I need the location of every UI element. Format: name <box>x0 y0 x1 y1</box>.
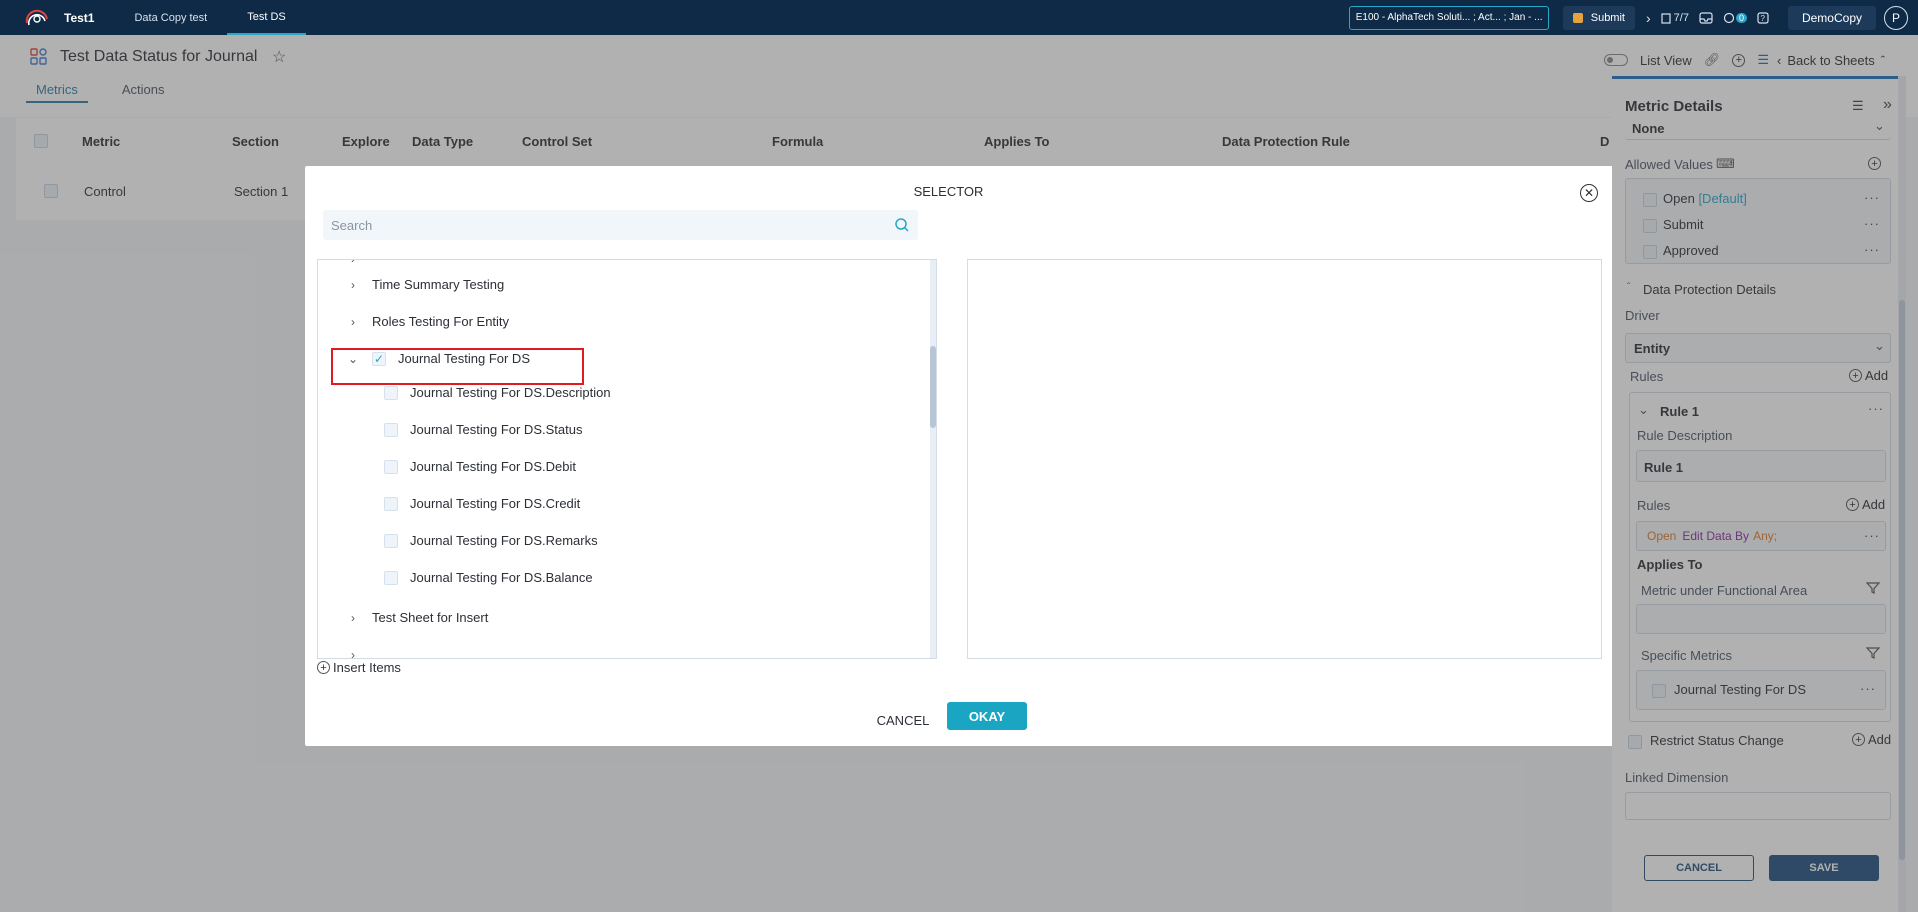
chevron-right-icon[interactable]: › <box>346 648 360 658</box>
tree-child-item[interactable]: Journal Testing For DS.Debit <box>384 459 576 474</box>
search-placeholder: Search <box>331 217 373 233</box>
inbox-icon[interactable] <box>1699 11 1713 24</box>
selection-highlight <box>331 348 584 385</box>
status-square-icon <box>1572 12 1583 23</box>
insert-items-button[interactable]: + Insert Items <box>317 660 401 675</box>
chevron-right-icon[interactable]: › <box>346 278 360 292</box>
tree-child-item[interactable]: Journal Testing For DS.Balance <box>384 570 593 585</box>
tree-child-item[interactable]: Journal Testing For DS.Remarks <box>384 533 598 548</box>
refresh-icon <box>1723 12 1735 23</box>
tree-item-label: Time Summary Testing <box>372 277 505 292</box>
panel-backdrop <box>1612 76 1906 912</box>
plus-circle-icon: + <box>317 661 330 674</box>
chevron-right-icon[interactable]: › <box>346 611 360 625</box>
tree-item-label: Journal Testing For DS.Debit <box>410 459 576 474</box>
truncated-tree-item: › <box>346 260 372 266</box>
top-bar: Test1 Data Copy test Test DS E100 - Alph… <box>0 0 1918 35</box>
chevron-right-icon[interactable]: › <box>346 315 360 329</box>
tree-child-item[interactable]: Journal Testing For DS.Description <box>384 385 611 400</box>
tree-list[interactable]: › › Time Summary Testing › Roles Testing F… <box>317 259 937 659</box>
chevron-right-icon[interactable]: › <box>1646 10 1651 26</box>
context-selector[interactable]: E100 - AlphaTech Soluti... ; Act... ; Ja… <box>1348 5 1549 30</box>
user-menu-button[interactable]: DemoCopy <box>1787 5 1876 30</box>
tree-item-label: Roles Testing For Entity <box>372 314 510 329</box>
tasks-indicator[interactable]: 7/7 <box>1661 12 1689 24</box>
activity-indicator[interactable]: 0 <box>1723 12 1747 24</box>
checkbox[interactable] <box>384 422 398 437</box>
checkbox[interactable] <box>384 533 398 548</box>
clipboard-icon <box>1661 12 1671 24</box>
scrollbar[interactable] <box>930 260 936 658</box>
okay-button[interactable]: OKAY <box>947 702 1027 730</box>
tree-item[interactable]: › Roles Testing For Entity <box>346 314 509 329</box>
submit-label: Submit <box>1590 11 1625 24</box>
chevron-right-icon[interactable]: › <box>346 260 360 266</box>
tree-item-label: Journal Testing For DS.Status <box>410 422 583 437</box>
close-icon[interactable]: ✕ <box>1580 184 1598 202</box>
task-count: 7/7 <box>1673 11 1689 24</box>
tree-item[interactable]: › Time Summary Testing <box>346 277 504 292</box>
checkbox[interactable] <box>384 570 398 585</box>
tree-child-item[interactable]: Journal Testing For DS.Status <box>384 422 582 437</box>
search-icon[interactable] <box>894 217 910 233</box>
tree-item-label: Journal Testing For DS.Remarks <box>410 533 598 548</box>
svg-text:?: ? <box>1760 14 1765 23</box>
search-input[interactable]: Search <box>323 210 918 240</box>
tab-test1[interactable]: Test1 <box>56 0 114 35</box>
scrollbar-thumb[interactable] <box>930 346 936 428</box>
dialog-title: SELECTOR <box>913 184 984 199</box>
checkbox[interactable] <box>384 496 398 511</box>
cancel-button[interactable]: CANCEL <box>873 706 933 734</box>
tree-item-label: Journal Testing For DS.Description <box>410 385 611 400</box>
insert-items-label: Insert Items <box>333 660 401 675</box>
avatar[interactable]: P <box>1884 5 1908 30</box>
checkbox[interactable] <box>384 459 398 474</box>
checkbox[interactable] <box>384 385 398 400</box>
selected-items-pane[interactable] <box>967 259 1602 659</box>
tree-child-item[interactable]: Journal Testing For DS.Credit <box>384 496 580 511</box>
truncated-tree-item: › <box>346 648 372 658</box>
tab-test-ds[interactable]: Test DS <box>227 0 306 35</box>
tree-item-label: Test Sheet for Insert <box>372 610 489 625</box>
tree-item-label: Journal Testing For DS.Balance <box>410 570 593 585</box>
submit-button[interactable]: Submit <box>1562 5 1635 30</box>
help-icon[interactable]: ? <box>1757 11 1769 24</box>
selector-dialog: SELECTOR ✕ Search › › Time Summary Testin… <box>305 166 1614 746</box>
tree-item[interactable]: › Test Sheet for Insert <box>346 610 488 625</box>
app-logo-icon[interactable] <box>18 0 56 35</box>
notification-badge: 0 <box>1735 12 1747 23</box>
tree-item-label: Journal Testing For DS.Credit <box>410 496 581 511</box>
tab-data-copy-test[interactable]: Data Copy test <box>114 0 227 35</box>
